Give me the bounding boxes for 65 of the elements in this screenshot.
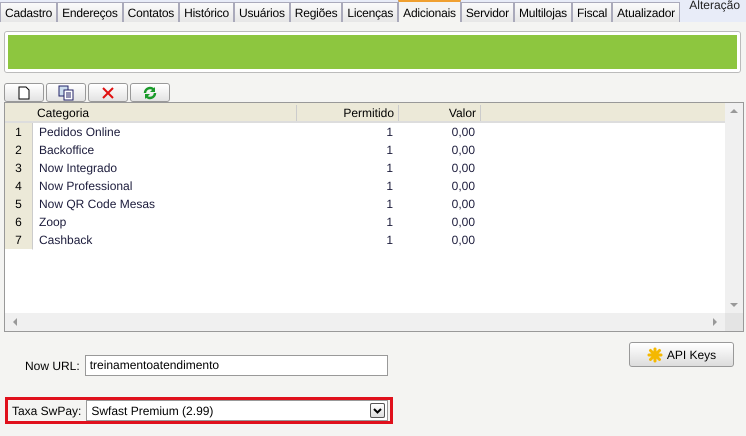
table-cell-text: Cashback xyxy=(38,232,94,249)
table-cell-text: 1 xyxy=(385,232,394,249)
table-cell-text: 1 xyxy=(385,160,394,177)
row-number: 4 xyxy=(5,177,33,196)
status-label: Alteração xyxy=(689,0,740,12)
scroll-right-icon[interactable] xyxy=(711,318,719,326)
table-cell-text: 0,00 xyxy=(450,160,476,177)
table-cell-text: Backoffice xyxy=(38,142,96,159)
table-cell-text: 1 xyxy=(385,124,394,141)
table-cell-text: Now QR Code Mesas xyxy=(38,196,156,213)
api-keys-button[interactable]: API Keys xyxy=(629,342,734,367)
horizontal-scrollbar[interactable] xyxy=(5,313,725,331)
row-number: 7 xyxy=(5,231,33,250)
table-cell-text: 0,00 xyxy=(450,214,476,231)
scroll-down-icon[interactable] xyxy=(730,301,738,309)
refresh-button[interactable] xyxy=(130,83,170,102)
asterisk-icon xyxy=(646,346,663,362)
copy-button[interactable] xyxy=(46,83,86,102)
table-cell-text: Pedidos Online xyxy=(38,124,122,141)
tab[interactable]: Endereços xyxy=(57,2,123,22)
row-number: 5 xyxy=(5,195,33,214)
vertical-scrollbar[interactable] xyxy=(725,103,743,313)
tab[interactable]: Servidor xyxy=(460,2,514,22)
tab[interactable]: Licenças xyxy=(342,2,398,22)
column-header[interactable]: Categoria xyxy=(33,105,297,121)
refresh-icon xyxy=(143,86,157,100)
table-cell-text: Now Professional xyxy=(38,178,134,195)
caret-icon xyxy=(373,408,382,414)
url-field[interactable]: treinamentoatendimento xyxy=(84,355,388,376)
tab[interactable]: Cadastro xyxy=(0,2,58,22)
tab[interactable]: Adicionais xyxy=(398,0,461,22)
row-number: 1 xyxy=(5,123,33,142)
tab[interactable]: Regiões xyxy=(290,2,342,22)
table-cell-text: 0,00 xyxy=(450,124,476,141)
table-cell-text: 0,00 xyxy=(450,142,476,159)
scrollbar-corner xyxy=(725,313,743,331)
row-number: 3 xyxy=(5,159,33,178)
table-cell-text: 0,00 xyxy=(450,196,476,213)
row-number: 2 xyxy=(5,141,33,160)
row-number: 6 xyxy=(5,213,33,232)
field-label: Taxa SwPay: xyxy=(12,404,82,418)
tab[interactable]: Fiscal xyxy=(572,2,612,22)
table-cell-text: 0,00 xyxy=(450,178,476,195)
tab[interactable]: Multilojas xyxy=(514,2,572,22)
scroll-left-icon[interactable] xyxy=(11,318,19,326)
new-button[interactable] xyxy=(4,83,44,102)
column-header[interactable]: Valor xyxy=(399,105,481,121)
delete-button[interactable] xyxy=(88,83,128,102)
table-cell-text: 1 xyxy=(385,196,394,213)
table-cell-text: Now Integrado xyxy=(38,160,118,177)
tab[interactable]: Usuários xyxy=(234,2,290,22)
close-icon xyxy=(101,86,115,100)
table-cell-text: 1 xyxy=(385,214,394,231)
field-label: Now URL: xyxy=(25,358,80,372)
tab[interactable]: Atualizador xyxy=(612,2,680,22)
table-cell-text: 0,00 xyxy=(450,232,476,249)
rate-dropdown[interactable]: Swfast Premium (2.99) xyxy=(86,400,388,421)
tab[interactable]: Contatos xyxy=(122,2,180,22)
table-cell-text: 1 xyxy=(385,142,394,159)
table-cell-text: Zoop xyxy=(38,214,68,231)
page-icon xyxy=(18,86,30,100)
column-header[interactable]: Permitido xyxy=(297,105,399,121)
tab[interactable]: Histórico xyxy=(179,2,234,22)
scroll-up-icon[interactable] xyxy=(730,107,738,115)
table-cell-text: 1 xyxy=(385,178,394,195)
